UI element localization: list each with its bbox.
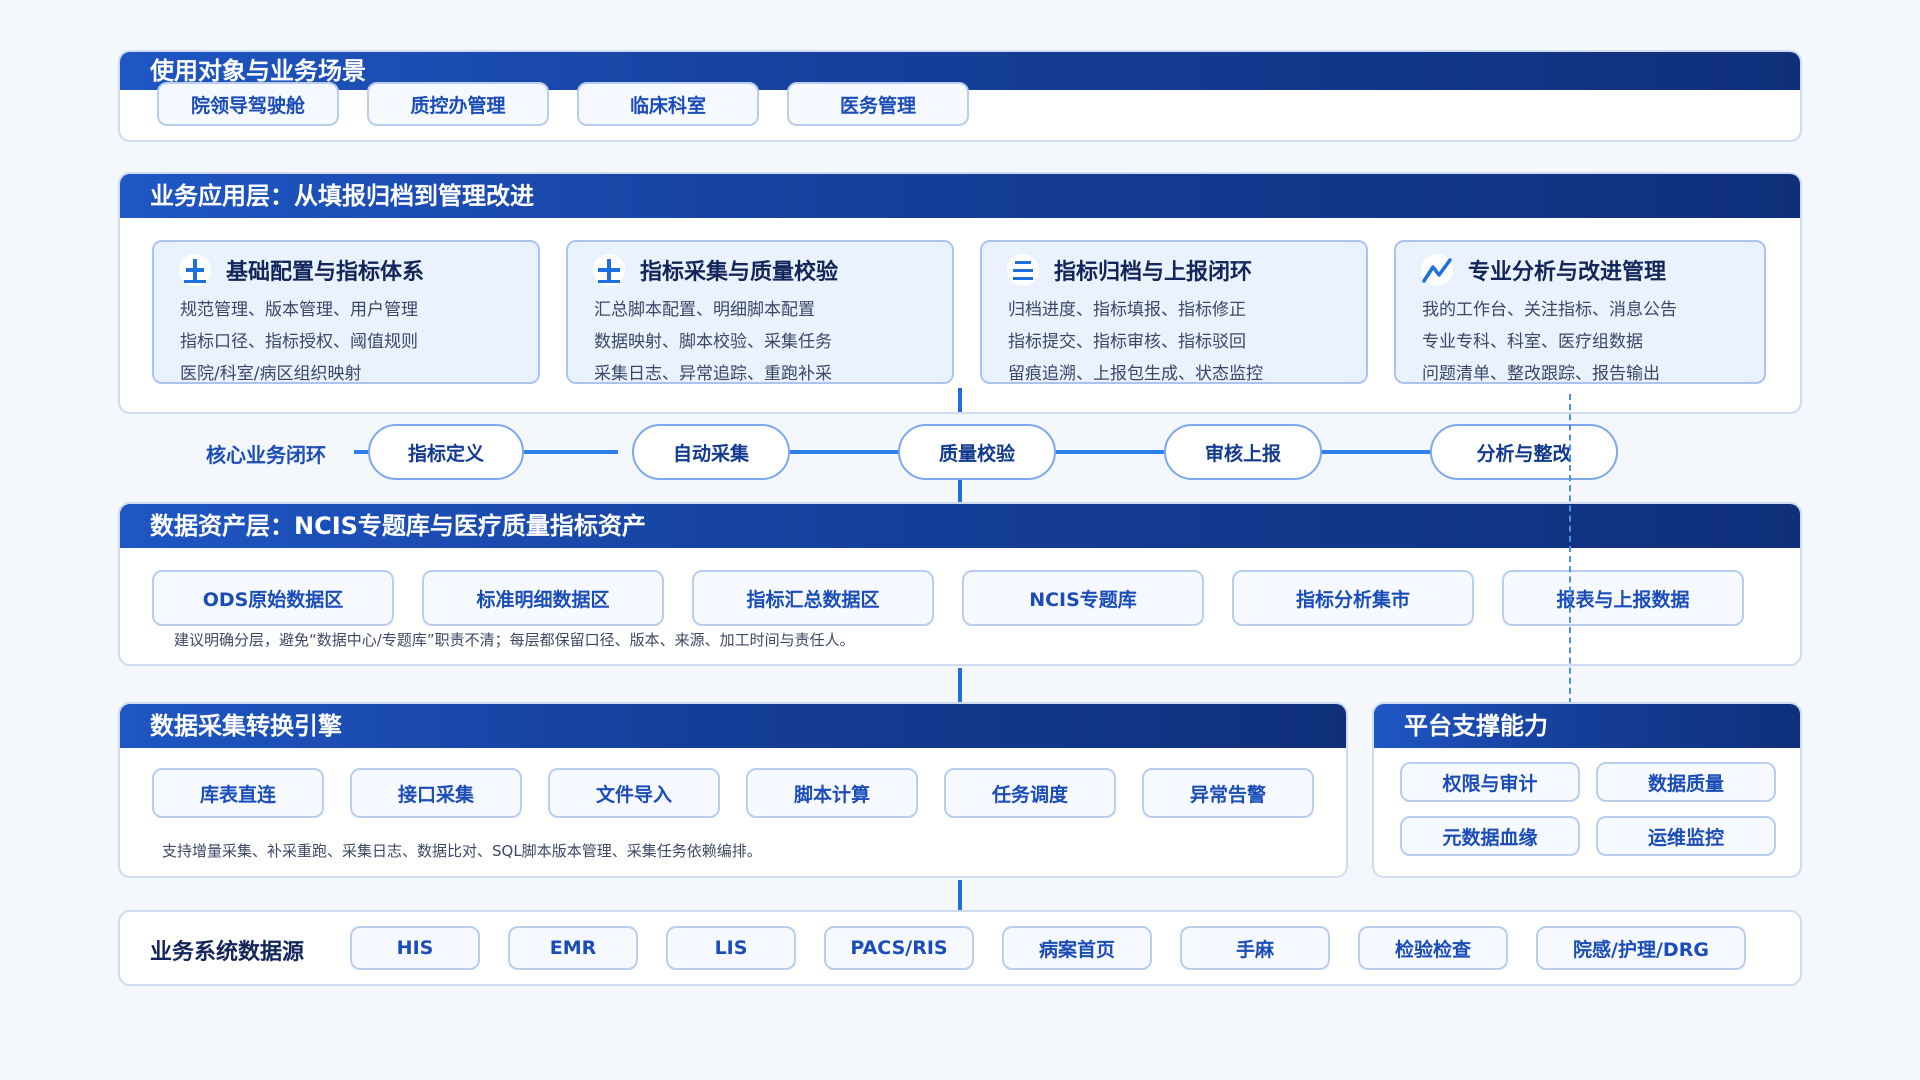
connector-loop-data	[958, 480, 962, 504]
engine-layer-note: 支持增量采集、补采重跑、采集日志、数据比对、SQL脚本版本管理、采集任务依赖编排…	[162, 842, 762, 860]
menu-icon	[1007, 254, 1039, 286]
data-zone-standard[interactable]: 标准明细数据区	[422, 570, 664, 626]
app-card-collection[interactable]: 指标采集与质量校验 汇总脚本配置、明细脚本配置 数据映射、脚本校验、采集任务 采…	[566, 240, 954, 384]
card-line: 数据映射、脚本校验、采集任务	[594, 332, 832, 352]
card-line: 汇总脚本配置、明细脚本配置	[594, 300, 815, 320]
engine-item-interface[interactable]: 接口采集	[350, 768, 522, 818]
source-lis[interactable]: LIS	[666, 926, 796, 970]
loop-step-review[interactable]: 审核上报	[1164, 424, 1322, 480]
card-title: 基础配置与指标体系	[226, 260, 425, 285]
plus-icon	[179, 254, 211, 286]
loop-step-analyze[interactable]: 分析与整改	[1430, 424, 1618, 480]
source-infection-nursing-drg[interactable]: 院感/护理/DRG	[1536, 926, 1746, 970]
app-card-config[interactable]: 基础配置与指标体系 规范管理、版本管理、用户管理 指标口径、指标授权、阈值规则 …	[152, 240, 540, 384]
platform-item-lineage[interactable]: 元数据血缘	[1400, 816, 1580, 856]
loop-line-3	[1056, 450, 1164, 454]
sources-layer-title: 业务系统数据源	[150, 940, 305, 965]
loop-step-collect[interactable]: 自动采集	[632, 424, 790, 480]
user-tag-quality-office[interactable]: 质控办管理	[367, 82, 549, 126]
source-lab-exam[interactable]: 检验检查	[1358, 926, 1508, 970]
data-zone-summary[interactable]: 指标汇总数据区	[692, 570, 934, 626]
connector-engine-sources	[958, 880, 962, 910]
engine-item-file-import[interactable]: 文件导入	[548, 768, 720, 818]
loop-line-4	[1322, 450, 1430, 454]
platform-item-ops[interactable]: 运维监控	[1596, 816, 1776, 856]
engine-layer-title: 数据采集转换引擎	[120, 704, 1346, 748]
card-line: 我的工作台、关注指标、消息公告	[1422, 300, 1677, 320]
plus-icon	[593, 254, 625, 286]
card-title: 专业分析与改进管理	[1468, 260, 1667, 285]
loop-line-2	[790, 450, 902, 454]
card-title: 指标归档与上报闭环	[1054, 260, 1253, 285]
engine-item-alert[interactable]: 异常告警	[1142, 768, 1314, 818]
card-line: 专业专科、科室、医疗组数据	[1422, 332, 1643, 352]
app-card-archive[interactable]: 指标归档与上报闭环 归档进度、指标填报、指标修正 指标提交、指标审核、指标驳回 …	[980, 240, 1368, 384]
source-pacs-ris[interactable]: PACS/RIS	[824, 926, 974, 970]
source-anesthesia[interactable]: 手麻	[1180, 926, 1330, 970]
app-card-analysis[interactable]: 专业分析与改进管理 我的工作台、关注指标、消息公告 专业专科、科室、医疗组数据 …	[1394, 240, 1766, 384]
data-layer-title: 数据资产层：NCIS专题库与医疗质量指标资产	[120, 504, 1800, 548]
core-loop-label: 核心业务闭环	[206, 443, 326, 467]
loop-line-1	[524, 450, 618, 454]
card-line: 规范管理、版本管理、用户管理	[180, 300, 418, 320]
data-zone-ods[interactable]: ODS原始数据区	[152, 570, 394, 626]
card-line: 医院/科室/病区组织映射	[180, 364, 362, 384]
user-tag-medical-affairs[interactable]: 医务管理	[787, 82, 969, 126]
dashed-connector	[1569, 394, 1571, 704]
engine-item-scheduler[interactable]: 任务调度	[944, 768, 1116, 818]
source-medical-record[interactable]: 病案首页	[1002, 926, 1152, 970]
source-his[interactable]: HIS	[350, 926, 480, 970]
platform-item-quality[interactable]: 数据质量	[1596, 762, 1776, 802]
connector-data-engine	[958, 668, 962, 702]
card-line: 指标提交、指标审核、指标驳回	[1008, 332, 1246, 352]
card-line: 采集日志、异常追踪、重跑补采	[594, 364, 832, 384]
platform-item-auth[interactable]: 权限与审计	[1400, 762, 1580, 802]
loop-step-validate[interactable]: 质量校验	[898, 424, 1056, 480]
card-line: 归档进度、指标填报、指标修正	[1008, 300, 1246, 320]
loop-line-start	[354, 450, 368, 454]
data-layer-note: 建议明确分层，避免“数据中心/专题库”职责不清；每层都保留口径、版本、来源、加工…	[174, 631, 855, 649]
card-title: 指标采集与质量校验	[640, 260, 839, 285]
loop-step-define[interactable]: 指标定义	[368, 424, 524, 480]
data-zone-report[interactable]: 报表与上报数据	[1502, 570, 1744, 626]
engine-item-db-direct[interactable]: 库表直连	[152, 768, 324, 818]
data-zone-mart[interactable]: 指标分析集市	[1232, 570, 1474, 626]
trend-icon	[1421, 254, 1453, 286]
source-emr[interactable]: EMR	[508, 926, 638, 970]
card-line: 留痕追溯、上报包生成、状态监控	[1008, 364, 1263, 384]
card-line: 问题清单、整改跟踪、报告输出	[1422, 364, 1660, 384]
user-tag-leadership[interactable]: 院领导驾驶舱	[157, 82, 339, 126]
user-tag-clinical[interactable]: 临床科室	[577, 82, 759, 126]
app-layer-title: 业务应用层：从填报归档到管理改进	[120, 174, 1800, 218]
connector-app-loop	[958, 388, 962, 412]
data-zone-ncis[interactable]: NCIS专题库	[962, 570, 1204, 626]
platform-layer-title: 平台支撑能力	[1374, 704, 1800, 748]
card-line: 指标口径、指标授权、阈值规则	[180, 332, 418, 352]
engine-item-script[interactable]: 脚本计算	[746, 768, 918, 818]
